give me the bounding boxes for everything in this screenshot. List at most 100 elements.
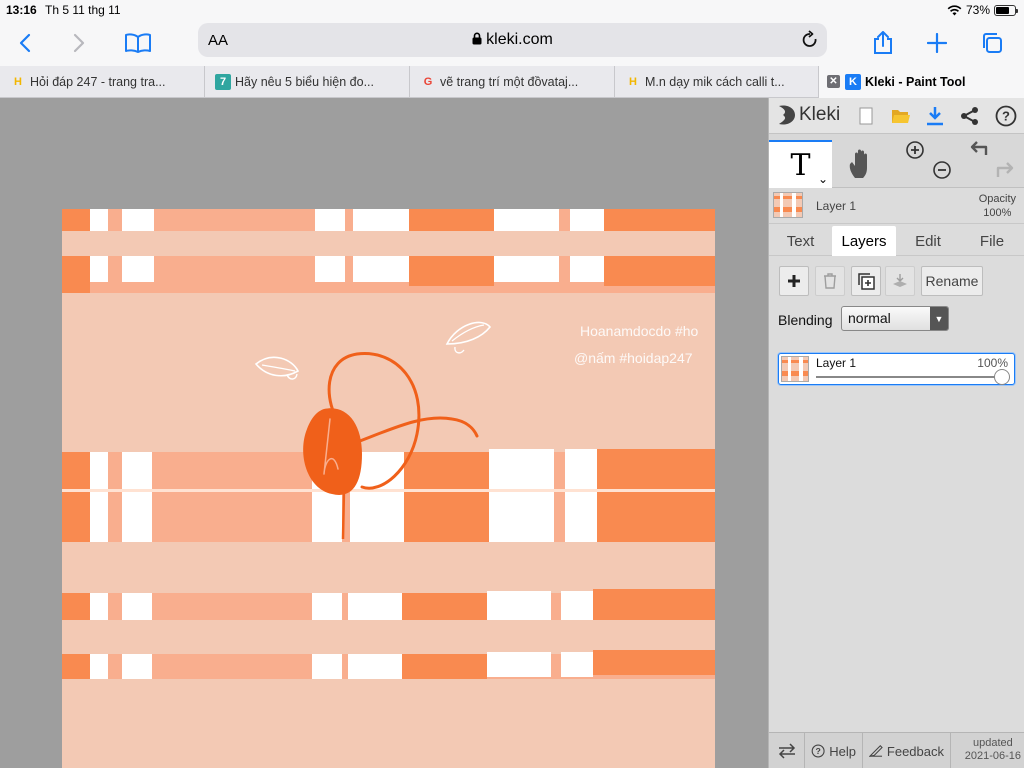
undo-button[interactable] — [969, 140, 991, 163]
url-display[interactable]: kleki.com — [198, 31, 827, 49]
tab-hoidap247[interactable]: H Hỏi đáp 247 - trang tra... — [0, 66, 205, 98]
status-date: Th 5 11 thg 11 — [45, 3, 121, 17]
kleki-logo-icon — [779, 105, 795, 125]
panel-header: Kleki ? — [769, 98, 1024, 134]
open-file-button[interactable] — [889, 104, 913, 128]
tabs-overview-button[interactable] — [975, 26, 1009, 60]
help-circle-icon: ? — [811, 744, 825, 758]
address-bar[interactable]: AA kleki.com — [198, 23, 827, 57]
layer-opacity-slider[interactable] — [816, 376, 1002, 378]
tab-kleki[interactable]: ✕ K Kleki - Paint Tool — [819, 66, 1024, 98]
favicon-icon: H — [14, 76, 22, 88]
feedback-icon — [869, 745, 883, 757]
tab-label: vẽ trang trí một đồvataj... — [440, 75, 579, 89]
forward-button[interactable] — [62, 26, 96, 60]
app-name: Kleki — [799, 104, 841, 125]
blending-label: Blending — [778, 312, 833, 328]
layer-item-thumbnail — [781, 356, 809, 382]
opacity-readout: Opacity 100% — [979, 192, 1016, 220]
redo-button[interactable] — [993, 160, 1015, 183]
wifi-icon — [947, 4, 962, 15]
merge-layer-button[interactable] — [885, 266, 915, 296]
layer-opacity-slider-handle[interactable] — [994, 369, 1010, 385]
new-file-icon — [859, 107, 873, 125]
share-image-button[interactable] — [958, 104, 982, 128]
share-nodes-icon — [961, 107, 978, 125]
zoom-out-button[interactable] — [932, 160, 952, 185]
chevron-down-icon[interactable]: ⌄ — [818, 172, 828, 186]
layer-item-name: Layer 1 — [816, 356, 857, 370]
browser-toolbar: AA kleki.com — [0, 20, 1024, 66]
signature-text-1: Hoanamdocdo #ho — [580, 323, 699, 339]
tab-edit[interactable]: Edit — [896, 226, 960, 256]
trash-icon — [824, 273, 836, 289]
tab-bar: H Hỏi đáp 247 - trang tra... 7 Hãy nêu 5… — [0, 66, 1024, 98]
svg-text:?: ? — [1002, 109, 1010, 124]
folder-icon — [892, 110, 910, 123]
dropdown-arrow-icon: ▼ — [930, 307, 948, 330]
download-icon — [927, 107, 943, 126]
tab-label: Hãy nêu 5 biểu hiện đo... — [235, 75, 374, 89]
plaid-artwork — [62, 209, 715, 679]
updated-info[interactable]: updated 2021-06-16 — [965, 737, 1021, 763]
help-label: Help — [829, 743, 856, 759]
opacity-label: Opacity — [978, 193, 1016, 205]
new-tab-button[interactable] — [920, 26, 954, 60]
kleki-logo: Kleki — [777, 104, 840, 126]
new-file-button[interactable] — [854, 104, 878, 128]
drawing-canvas[interactable]: Hoanamdocdo #ho @nấm #hoidap247 — [62, 209, 715, 768]
lock-icon — [472, 32, 482, 45]
zoom-in-button[interactable] — [905, 140, 925, 165]
layer-info-name: Layer 1 — [816, 199, 857, 213]
share-icon — [874, 31, 892, 54]
hand-tool-button[interactable] — [847, 148, 877, 185]
chevron-right-icon — [73, 33, 85, 53]
current-layer-info: Layer 1 Opacity 100% — [769, 188, 1024, 224]
battery-percent: 73% — [965, 3, 990, 17]
back-button[interactable] — [8, 26, 42, 60]
delete-layer-button[interactable] — [815, 266, 845, 296]
download-button[interactable] — [923, 104, 947, 128]
blending-mode-value: normal — [848, 310, 891, 326]
tab-text[interactable]: Text — [769, 226, 832, 256]
merge-down-icon — [893, 274, 907, 287]
canvas-workspace[interactable]: Hoanamdocdo #ho @nấm #hoidap247 — [0, 98, 768, 768]
feedback-label: Feedback — [886, 743, 944, 759]
swap-panel-side-button[interactable] — [769, 733, 805, 768]
updated-label: updated — [972, 737, 1013, 749]
tab-file[interactable]: File — [960, 226, 1024, 256]
status-time: 13:16 — [6, 3, 37, 17]
blending-row: Blending normal ▼ — [769, 300, 1024, 336]
panel-tabs: Text Layers Edit File — [769, 224, 1024, 256]
tabs-icon — [983, 33, 1002, 53]
kleki-favicon-icon: K — [845, 74, 861, 90]
zoom-out-icon — [933, 161, 951, 179]
favicon-icon: 7 — [215, 74, 231, 90]
add-layer-button[interactable] — [779, 266, 809, 296]
close-tab-icon[interactable]: ✕ — [827, 75, 840, 88]
bookmarks-button[interactable] — [121, 26, 155, 60]
rename-layer-button[interactable]: Rename — [921, 266, 983, 296]
updated-date: 2021-06-16 — [964, 750, 1021, 762]
layer-item[interactable]: Layer 1 100% — [778, 353, 1015, 385]
layer-buttons: Rename — [769, 256, 1024, 300]
help-link[interactable]: ? Help — [805, 733, 863, 768]
layer-item-opacity: 100% — [977, 356, 1008, 370]
signature-text-2: @nấm #hoidap247 — [574, 350, 693, 366]
status-right: 73% — [947, 3, 1018, 17]
help-button[interactable]: ? — [994, 104, 1018, 128]
feedback-link[interactable]: Feedback — [863, 733, 951, 768]
tab-google-search[interactable]: G vẽ trang trí một đồvataj... — [410, 66, 615, 98]
text-tool-button[interactable]: T ⌄ — [769, 140, 832, 188]
help-icon: ? — [995, 105, 1017, 127]
chevron-left-icon — [19, 33, 31, 53]
share-button[interactable] — [866, 26, 900, 60]
blending-mode-select[interactable]: normal ▼ — [841, 306, 949, 331]
reload-icon[interactable] — [801, 30, 819, 50]
tab-bieu-hien[interactable]: 7 Hãy nêu 5 biểu hiện đo... — [205, 66, 410, 98]
tab-layers[interactable]: Layers — [832, 226, 896, 256]
tab-label: Kleki - Paint Tool — [865, 75, 966, 89]
tab-label: Hỏi đáp 247 - trang tra... — [30, 75, 166, 89]
duplicate-layer-button[interactable] — [851, 266, 881, 296]
tab-calli[interactable]: H M.n dạy mik cách calli t... — [615, 66, 819, 98]
